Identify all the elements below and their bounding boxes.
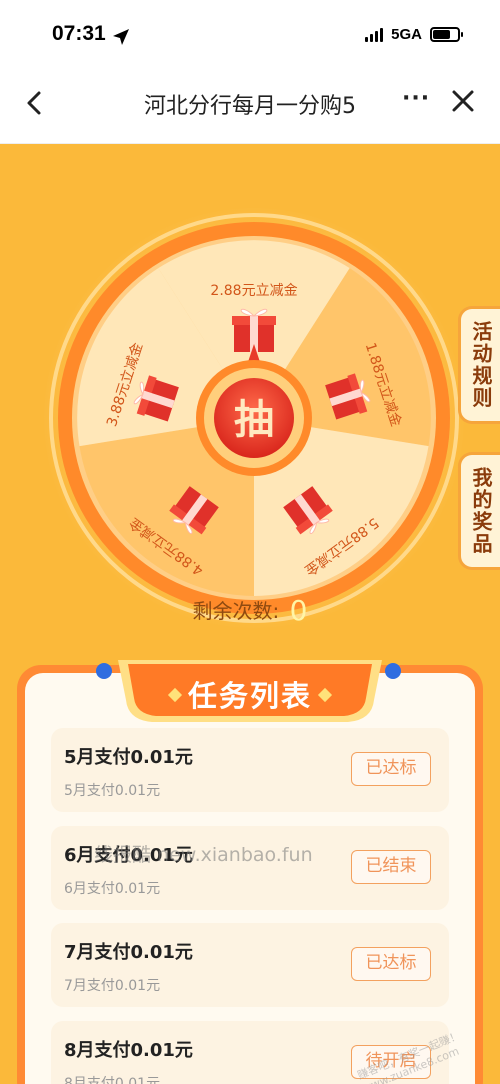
remaining-label: 剩余次数:: [192, 599, 280, 623]
task-row: 7月支付0.01元 7月支付0.01元 已达标: [51, 923, 449, 1007]
task-status-button[interactable]: 已结束: [351, 850, 431, 884]
my-prizes-tab[interactable]: 我的奖品: [458, 452, 500, 570]
task-subtitle: 8月支付0.01元: [64, 1076, 161, 1084]
prize-label: 2.88元立减金: [210, 283, 297, 299]
location-arrow-icon: [113, 29, 129, 45]
status-time: 07:31: [52, 22, 106, 45]
task-row: 5月支付0.01元 5月支付0.01元 已达标: [51, 728, 449, 812]
decor-dot: [385, 663, 401, 679]
lottery-section: 2.88元立减金 1.88元立减金 5.88元立减金 4.88元立减金 3.88…: [0, 144, 500, 664]
close-icon[interactable]: [448, 86, 478, 116]
task-status-button[interactable]: 已达标: [351, 947, 431, 981]
diamond-icon: [167, 687, 183, 703]
more-button[interactable]: ···: [402, 86, 430, 111]
task-list-title-text: 任务列表: [187, 679, 312, 713]
task-title: 8月支付0.01元: [64, 1040, 193, 1061]
task-title: 5月支付0.01元: [64, 747, 193, 768]
task-title: 7月支付0.01元: [64, 942, 193, 963]
remaining-count: 剩余次数: 0: [0, 594, 500, 627]
rules-tab-label: 活动规则: [469, 321, 493, 409]
task-subtitle: 7月支付0.01元: [64, 978, 161, 994]
rules-tab[interactable]: 活动规则: [458, 306, 500, 424]
my-prizes-tab-label: 我的奖品: [469, 467, 493, 555]
network-label: 5GA: [391, 26, 422, 43]
prize-wheel[interactable]: 2.88元立减金 1.88元立减金 5.88元立减金 4.88元立减金 3.88…: [44, 208, 464, 628]
diamond-icon: [317, 687, 333, 703]
status-bar: 07:31 5GA: [0, 0, 500, 70]
decor-dot: [96, 663, 112, 679]
nav-bar: 河北分行每月一分购5 ···: [0, 70, 500, 144]
remaining-value: 0: [289, 594, 308, 627]
task-row: 6月支付0.01元 6月支付0.01元 已结束: [51, 826, 449, 910]
task-subtitle: 6月支付0.01元: [64, 881, 161, 897]
task-list-title: 任务列表: [118, 673, 382, 715]
watermark: 线报酷 new.xianbao.fun: [94, 844, 313, 866]
signal-icon: [365, 27, 384, 42]
task-subtitle: 5月支付0.01元: [64, 783, 161, 799]
draw-button-label: 抽: [234, 397, 274, 443]
task-status-button[interactable]: 已达标: [351, 752, 431, 786]
battery-icon: [430, 27, 463, 42]
